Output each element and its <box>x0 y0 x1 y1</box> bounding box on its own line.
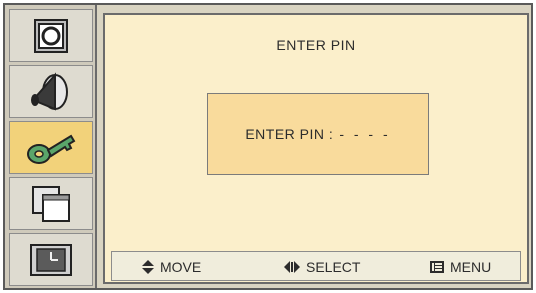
sidebar-item-sound[interactable] <box>9 65 93 118</box>
osd-window: ENTER PIN ENTER PIN : - - - - MOVE SELEC… <box>3 3 533 290</box>
hint-move-label: MOVE <box>160 259 202 275</box>
picture-frame-icon <box>34 18 68 53</box>
footer-hints: MOVE SELECT MENU <box>111 251 521 281</box>
main-panel: ENTER PIN ENTER PIN : - - - - MOVE SELEC… <box>103 13 529 284</box>
hint-move: MOVE <box>142 259 201 275</box>
sidebar-item-setup[interactable] <box>9 177 93 230</box>
pin-input-value[interactable]: - - - - <box>339 126 390 142</box>
page-title: ENTER PIN <box>276 37 356 53</box>
hint-menu: MENU <box>430 259 491 275</box>
hint-select-label: SELECT <box>306 259 361 275</box>
clock-panel-icon <box>30 243 72 276</box>
menu-list-icon <box>430 261 444 273</box>
up-down-arrows-icon <box>142 260 154 274</box>
sidebar-item-time[interactable] <box>9 233 93 286</box>
hint-select: SELECT <box>284 259 360 275</box>
left-right-arrows-icon <box>284 261 300 273</box>
key-icon <box>27 134 76 164</box>
hint-menu-label: MENU <box>450 259 492 275</box>
pin-prompt-label: ENTER PIN : <box>245 126 334 142</box>
sidebar-item-lock[interactable] <box>9 121 93 174</box>
windows-overlap-icon <box>32 185 70 222</box>
sidebar <box>5 5 97 288</box>
speaker-cone-icon <box>31 71 68 110</box>
pin-entry-box[interactable]: ENTER PIN : - - - - <box>207 93 429 175</box>
sidebar-item-picture[interactable] <box>9 9 93 62</box>
